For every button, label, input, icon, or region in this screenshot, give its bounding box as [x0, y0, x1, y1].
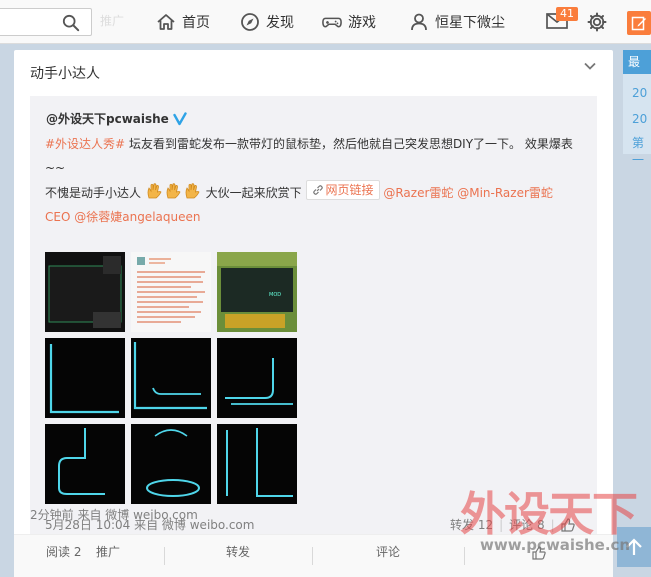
image-thumbnail[interactable] — [217, 338, 297, 418]
back-to-top-button[interactable] — [617, 527, 651, 567]
mention-ceo[interactable]: CEO — [45, 210, 70, 224]
repost-comment-count[interactable]: 评论 8 — [509, 516, 544, 533]
divider: | — [499, 517, 504, 532]
image-thumbnail[interactable] — [45, 338, 125, 418]
message-count-badge: 41 — [556, 7, 578, 21]
repost-text-2: 不愧是动手小达人 — [45, 186, 142, 200]
nav-home-label: 首页 — [182, 15, 210, 31]
divider — [312, 547, 313, 565]
repost-actions: 转发 12 | 评论 8 | — [450, 516, 575, 533]
nav-profile[interactable]: 恒星下微尘 — [409, 10, 505, 34]
image-thumbnail[interactable] — [131, 338, 211, 418]
verified-icon — [173, 111, 187, 125]
nav-profile-label: 恒星下微尘 — [435, 15, 505, 31]
reposted-post: @外设天下pcwaishe #外设达人秀# 坛友看到雷蛇发布一款带灯的鼠标垫，然… — [30, 96, 597, 544]
compass-icon — [241, 13, 259, 31]
gear-icon[interactable] — [587, 12, 607, 32]
search-box[interactable] — [0, 8, 92, 36]
link-icon — [312, 185, 323, 195]
promote-button[interactable]: 推广 — [96, 543, 120, 560]
search-icon[interactable] — [61, 14, 81, 32]
image-thumbnail[interactable] — [131, 252, 211, 332]
timeline-item[interactable]: 第一 — [632, 134, 651, 168]
recent-header[interactable]: 最近 — [623, 50, 651, 74]
post-action-bar: 阅读 2 推广 转发 评论 — [14, 534, 613, 577]
repost-author[interactable]: @外设天下pcwaishe — [46, 110, 187, 127]
divider — [164, 547, 165, 565]
repost-button[interactable]: 转发 — [226, 543, 250, 560]
arrow-up-icon — [626, 538, 642, 555]
post-timestamp[interactable]: 2分钟前 来自 微博 weibo.com — [30, 506, 198, 523]
like-icon[interactable] — [532, 546, 546, 560]
comment-button[interactable]: 评论 — [376, 543, 400, 560]
image-thumbnail[interactable] — [45, 252, 125, 332]
image-grid: MOD — [45, 252, 297, 504]
home-icon — [157, 14, 175, 30]
read-count: 阅读 2 — [46, 545, 82, 559]
weibo-post-card: 动手小达人 @外设天下pcwaishe #外设达人秀# 坛友看到雷蛇发布一款带灯… — [14, 50, 613, 577]
repost-text-3: 大伙一起来欣赏下 — [205, 186, 306, 200]
ok-hand-emoji-icon — [185, 183, 200, 199]
image-thumbnail[interactable] — [131, 424, 211, 504]
mention-angelaqueen[interactable]: @徐蓉婕angelaqueen — [74, 210, 200, 224]
repost-text: #外设达人秀# 坛友看到雷蛇发布一款带灯的鼠标垫，然后他就自己突发思想DIY了一… — [45, 132, 585, 229]
gamepad-icon — [322, 17, 342, 28]
image-thumbnail[interactable] — [45, 424, 125, 504]
user-icon — [411, 13, 427, 31]
nav-home[interactable]: 首页 — [156, 10, 210, 34]
mention-razer[interactable]: @Razer雷蛇 — [383, 186, 453, 200]
divider — [464, 547, 465, 565]
image-thumbnail[interactable] — [217, 424, 297, 504]
nav-games[interactable]: 游戏 — [322, 10, 376, 34]
nav-discover-label: 发现 — [266, 15, 294, 31]
repost-forward-count[interactable]: 转发 12 — [450, 516, 493, 533]
nav-discover[interactable]: 发现 — [240, 10, 294, 34]
timeline-year[interactable]: 20 — [632, 112, 647, 126]
pencil-icon — [631, 16, 646, 31]
author-name[interactable]: @外设天下pcwaishe — [46, 110, 169, 127]
compose-button[interactable] — [627, 11, 651, 35]
nav-games-label: 游戏 — [348, 15, 376, 31]
post-text: 动手小达人 — [30, 66, 100, 82]
ok-hand-emoji-icon — [166, 183, 181, 199]
svg-text:MOD: MOD — [269, 292, 281, 298]
timeline-year[interactable]: 20 — [632, 86, 647, 100]
web-link[interactable]: 网页链接 — [305, 180, 380, 200]
divider: | — [550, 517, 555, 532]
ok-hand-emoji-icon — [147, 183, 162, 199]
web-link-label: 网页链接 — [325, 183, 374, 197]
chevron-down-icon[interactable] — [582, 58, 598, 74]
thumbs-up-icon[interactable] — [561, 517, 575, 532]
image-thumbnail[interactable]: MOD — [217, 252, 297, 332]
top-nav: 推广 首页 发现 游戏 恒星下微尘 41 — [0, 0, 651, 44]
mention-min-razer[interactable]: @Min-Razer雷蛇 — [457, 186, 553, 200]
repost-text-1: 坛友看到雷蛇发布一款带灯的鼠标垫，然后他就自己突发思想DIY了一下。 效果爆表~… — [45, 137, 573, 175]
hashtag-link[interactable]: #外设达人秀# — [45, 137, 125, 151]
ghost-tab: 推广 — [100, 14, 125, 28]
